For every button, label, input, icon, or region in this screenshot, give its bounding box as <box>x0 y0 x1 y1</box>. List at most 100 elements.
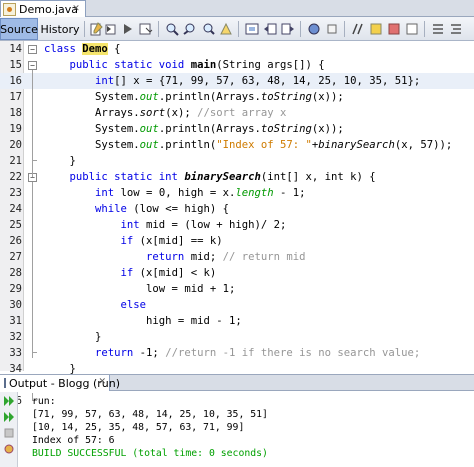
toolbar-separator <box>238 21 239 37</box>
code-token-method-name: main <box>190 59 217 71</box>
code-editor[interactable]: 14−15−16 17 18 19 20 21 22−23 24 25 26 27 28 29 30 31 3… <box>0 41 474 407</box>
code-line-20: System.out.println("Index of 57: "+binar… <box>44 137 452 153</box>
stop-icon[interactable] <box>3 427 15 439</box>
find-prev-icon[interactable] <box>182 21 198 37</box>
record-macro-icon[interactable] <box>306 21 322 37</box>
code-line-23: int low = 0, high = x.length - 1; <box>44 185 306 201</box>
code-line-32: } <box>44 329 101 345</box>
code-line-28: if (x[mid] < k) <box>44 265 217 281</box>
editor-line: 36 <box>0 393 474 409</box>
code-token: out <box>139 139 159 151</box>
code-token: class <box>44 43 83 55</box>
back-icon[interactable] <box>104 21 120 37</box>
code-token: (low <= high) { <box>126 203 229 215</box>
close-output-icon[interactable]: ✕ <box>98 376 106 388</box>
uncomment-lines-icon[interactable] <box>448 21 464 37</box>
code-line-25: int mid = (low + high)/ 2; <box>44 217 287 233</box>
output-line: [71, 99, 57, 63, 48, 14, 25, 10, 35, 51] <box>32 409 268 420</box>
line-number: 25 <box>9 219 22 231</box>
code-token: sort <box>139 107 166 119</box>
line-number: 24 <box>9 203 22 215</box>
code-token: (x, 57)); <box>394 139 453 151</box>
code-token: .println(Arrays. <box>158 123 261 135</box>
code-token: System. <box>44 91 140 103</box>
code-line-26: if (x[mid] == k) <box>44 233 223 249</box>
shift-left-icon[interactable] <box>262 21 278 37</box>
file-tab-demo-java[interactable]: Demo.java ✕ <box>0 0 86 17</box>
code-token-method-name: binarySearch <box>184 171 261 183</box>
line-number: 30 <box>9 299 22 311</box>
line-number: 28 <box>9 267 22 279</box>
rerun-with-params-icon[interactable] <box>3 411 15 423</box>
code-line-14: class Demo { <box>44 41 121 57</box>
comment-icon[interactable] <box>350 21 366 37</box>
line-number: 14 <box>9 43 22 55</box>
code-line-16: int[] x = {71, 99, 57, 63, 48, 14, 25, 1… <box>44 73 420 89</box>
source-view-button[interactable]: Source <box>0 18 38 40</box>
line-number: 20 <box>9 139 22 151</box>
code-token: (x[mid] < k) <box>133 267 217 279</box>
bookmark-toggle-icon[interactable] <box>430 21 446 37</box>
settings-icon[interactable] <box>3 443 15 455</box>
line-number: 27 <box>9 251 22 263</box>
code-token: public static void <box>44 59 191 71</box>
fold-toggle-icon[interactable]: − <box>28 45 37 54</box>
shift-right-icon[interactable] <box>280 21 296 37</box>
editor-toolbar: Source History <box>0 17 474 41</box>
code-line-30: else <box>44 297 147 313</box>
close-tab-icon[interactable]: ✕ <box>70 3 82 15</box>
history-view-button[interactable]: History <box>40 18 80 40</box>
editor-tab-bar: Demo.java ✕ <box>0 0 474 17</box>
code-line-17: System.out.println(Arrays.toString(x)); <box>44 89 344 105</box>
line-number: 18 <box>9 107 22 119</box>
code-line-15: public static void main(String args[]) { <box>44 57 325 73</box>
code-token: (x)); <box>311 91 344 103</box>
last-edit-icon[interactable] <box>88 21 104 37</box>
line-number: 31 <box>9 315 22 327</box>
line-number: 19 <box>9 123 22 135</box>
code-token: } <box>44 155 76 167</box>
find-next-icon[interactable] <box>200 21 216 37</box>
output-line: Index of 57: 6 <box>32 435 115 446</box>
output-line: [10, 14, 25, 35, 48, 57, 63, 71, 99] <box>32 422 245 433</box>
code-token: (x)); <box>311 123 344 135</box>
toggle-rect-select-icon[interactable] <box>244 21 260 37</box>
code-comment: //return -1 if there is no search value; <box>165 347 421 359</box>
fold-guide <box>32 70 33 177</box>
toolbar-separator <box>424 21 425 37</box>
code-line-18: Arrays.sort(x); //sort array x <box>44 105 286 121</box>
fold-toggle-icon[interactable]: − <box>28 61 37 70</box>
code-line-29: low = mid + 1; <box>44 281 235 297</box>
forward-icon[interactable] <box>120 21 136 37</box>
rerun-icon[interactable] <box>3 395 15 407</box>
dropdown-icon[interactable] <box>138 21 154 37</box>
find-icon[interactable] <box>164 21 180 37</box>
output-tab[interactable]: Output - Blogg (run) ✕ <box>0 375 120 391</box>
bookmark-prev-icon[interactable] <box>386 21 402 37</box>
bookmark-next-icon[interactable] <box>404 21 420 37</box>
toolbar-separator <box>84 21 85 37</box>
code-token: public static int <box>44 171 185 183</box>
code-token: return <box>44 251 185 263</box>
code-token: length <box>235 187 274 199</box>
line-number: 26 <box>9 235 22 247</box>
code-token: System. <box>44 123 140 135</box>
code-token: low = 0, high = x. <box>114 187 236 199</box>
code-token: out <box>139 123 159 135</box>
output-line: run: <box>32 396 56 407</box>
build-status: BUILD SUCCESSFUL (total time: 0 seconds) <box>32 448 268 459</box>
code-token: return <box>44 347 134 359</box>
toolbar-separator <box>158 21 159 37</box>
uncomment-icon[interactable] <box>368 21 384 37</box>
code-token: else <box>44 299 147 311</box>
line-number: 22 <box>9 171 22 183</box>
line-number: 21 <box>9 155 22 167</box>
code-token: if <box>44 267 134 279</box>
code-token: binarySearch <box>318 139 395 151</box>
toggle-highlight-icon[interactable] <box>218 21 234 37</box>
line-number: 17 <box>9 91 22 103</box>
code-token: Arrays. <box>44 107 140 119</box>
line-number: 23 <box>9 187 22 199</box>
stop-macro-icon[interactable] <box>324 21 340 37</box>
code-token: low = mid + 1; <box>44 283 236 295</box>
